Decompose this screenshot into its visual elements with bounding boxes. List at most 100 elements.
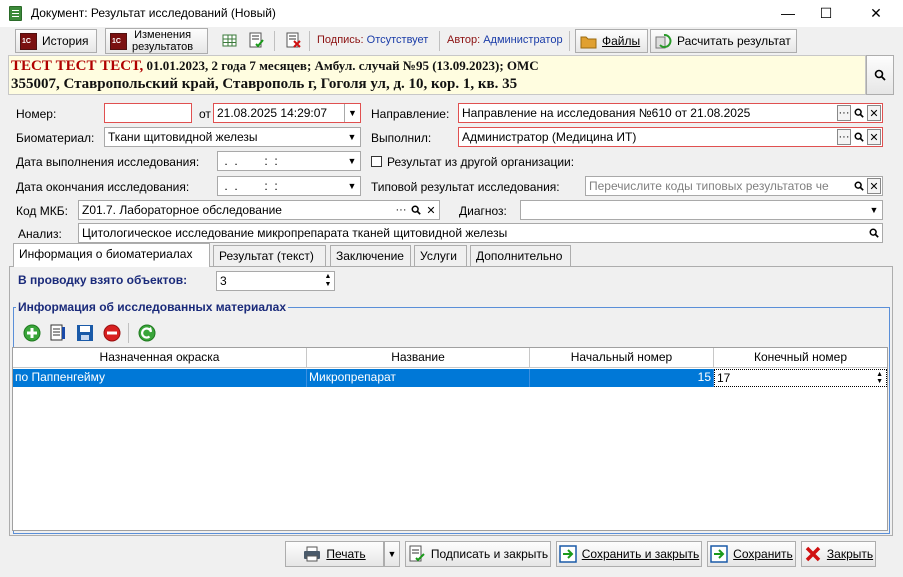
patient-address: 355007, Ставропольский край, Ставрополь … bbox=[11, 76, 518, 92]
chevron-down-icon[interactable]: ▼ bbox=[344, 152, 360, 170]
direction-label: Направление: bbox=[371, 107, 450, 121]
search-icon[interactable] bbox=[852, 178, 866, 194]
toolbar: История Изменения результатов Подпись: О… bbox=[0, 27, 903, 55]
history-button[interactable]: История bbox=[15, 29, 97, 53]
print-menu-button[interactable]: ▼ bbox=[384, 541, 400, 567]
performer-label: Выполнил: bbox=[371, 131, 432, 145]
materials-table: Назначенная окраска Название Начальный н… bbox=[12, 347, 888, 531]
clear-icon[interactable]: ✕ bbox=[867, 129, 881, 145]
objects-stepper[interactable]: 3 ▲ ▼ bbox=[216, 271, 335, 291]
add-icon[interactable] bbox=[22, 323, 42, 343]
end-number-stepper[interactable]: 17 ▲ ▼ bbox=[714, 369, 887, 387]
column-header[interactable]: Конечный номер bbox=[714, 348, 887, 368]
select-ellipsis-icon[interactable]: ··· bbox=[394, 202, 408, 218]
printer-icon bbox=[304, 546, 321, 562]
end-date-label: Дата окончания исследования: bbox=[16, 180, 190, 194]
number-input[interactable] bbox=[104, 103, 192, 123]
patient-header: ТЕСТ ТЕСТ ТЕСТ, 01.01.2023, 2 года 7 мес… bbox=[8, 55, 866, 95]
author-status: Автор: Администратор bbox=[447, 34, 563, 46]
chevron-down-icon[interactable]: ▼ bbox=[344, 177, 360, 195]
analysis-field[interactable]: Цитологическое исследование микропрепара… bbox=[78, 223, 883, 243]
stepper-arrows-icon[interactable]: ▲ ▼ bbox=[876, 371, 883, 385]
sign-doc-icon[interactable] bbox=[248, 32, 265, 49]
history-icon bbox=[20, 32, 37, 50]
sign-and-close-button[interactable]: Подписать и закрыть bbox=[405, 541, 551, 567]
clear-icon[interactable]: ✕ bbox=[424, 202, 438, 218]
chevron-down-icon[interactable]: ▼ bbox=[344, 104, 360, 122]
other-org-label: Результат из другой организации: bbox=[387, 155, 575, 169]
mkb-label: Код МКБ: bbox=[16, 204, 68, 218]
delete-icon[interactable] bbox=[102, 323, 122, 343]
separator bbox=[274, 31, 275, 51]
table-cell[interactable]: 15 bbox=[530, 369, 714, 387]
calculate-result-button[interactable]: Расчитать результат bbox=[650, 29, 797, 53]
diagnosis-label: Диагноз: bbox=[459, 204, 507, 218]
search-icon[interactable] bbox=[852, 129, 866, 145]
analysis-label: Анализ: bbox=[18, 227, 62, 241]
sign-doc-icon bbox=[409, 545, 425, 562]
patient-search-button[interactable] bbox=[866, 55, 894, 95]
files-button[interactable]: Файлы bbox=[575, 29, 648, 53]
separator bbox=[309, 31, 310, 51]
close-icon bbox=[805, 546, 821, 562]
clear-icon[interactable]: ✕ bbox=[867, 178, 881, 194]
typical-result-label: Типовой результат исследования: bbox=[371, 180, 560, 194]
search-icon bbox=[874, 69, 886, 81]
end-date-input[interactable]: . . : : ▼ bbox=[217, 176, 361, 196]
save-button[interactable]: Сохранить bbox=[707, 541, 796, 567]
exec-date-input[interactable]: . . : : ▼ bbox=[217, 151, 361, 171]
tab-biomaterials[interactable]: Информация о биоматериалах bbox=[13, 243, 210, 267]
changes-button[interactable]: Изменения результатов bbox=[105, 28, 208, 54]
select-ellipsis-icon[interactable]: ··· bbox=[837, 129, 851, 145]
unsign-doc-icon[interactable] bbox=[285, 32, 302, 49]
close-button[interactable]: Закрыть bbox=[801, 541, 876, 567]
save-icon bbox=[710, 545, 728, 563]
mkb-field[interactable]: Z01.7. Лабораторное обследование ··· ✕ bbox=[78, 200, 440, 220]
biomaterial-select[interactable]: Ткани щитовидной железы ▼ bbox=[104, 127, 361, 147]
separator bbox=[569, 31, 570, 51]
tab-services[interactable]: Услуги bbox=[414, 245, 467, 266]
column-header[interactable]: Назначенная окраска bbox=[13, 348, 307, 368]
save-and-close-button[interactable]: Сохранить и закрыть bbox=[556, 541, 702, 567]
stepper-arrows-icon[interactable]: ▲ ▼ bbox=[322, 273, 334, 289]
column-header[interactable]: Начальный номер bbox=[530, 348, 714, 368]
search-icon[interactable] bbox=[409, 202, 423, 218]
search-icon[interactable] bbox=[867, 225, 881, 241]
calculate-icon bbox=[655, 33, 672, 48]
objects-label: В проводку взято объектов: bbox=[18, 273, 188, 287]
folder-icon bbox=[580, 36, 597, 48]
signature-status: Подпись: Отсутствует bbox=[317, 34, 429, 46]
chevron-down-icon[interactable]: ▼ bbox=[344, 128, 360, 146]
separator bbox=[128, 323, 129, 343]
other-org-checkbox[interactable] bbox=[371, 156, 382, 167]
column-header[interactable]: Название bbox=[307, 348, 530, 368]
from-label: от bbox=[199, 107, 211, 121]
table-cell[interactable]: Микропрепарат bbox=[307, 369, 530, 387]
refresh-icon[interactable] bbox=[137, 323, 157, 343]
diagnosis-select[interactable]: ▼ bbox=[520, 200, 883, 220]
edit-list-icon[interactable] bbox=[48, 323, 68, 343]
select-ellipsis-icon[interactable]: ··· bbox=[837, 105, 851, 121]
tab-conclusion[interactable]: Заключение bbox=[330, 245, 411, 266]
clear-icon[interactable]: ✕ bbox=[867, 105, 881, 121]
maximize-button[interactable]: ☐ bbox=[803, 0, 849, 27]
separator bbox=[439, 31, 440, 51]
window-title: Документ: Результат исследований (Новый) bbox=[31, 6, 276, 20]
table-cell[interactable]: по Паппенгейму bbox=[13, 369, 307, 387]
chevron-down-icon[interactable]: ▼ bbox=[866, 201, 882, 219]
typical-result-input[interactable]: Перечислите коды типовых результатов че … bbox=[585, 176, 883, 196]
direction-field[interactable]: Направление на исследования №610 от 21.0… bbox=[458, 103, 883, 123]
biomaterial-label: Биоматериал: bbox=[16, 131, 95, 145]
tab-result-text[interactable]: Результат (текст) bbox=[213, 245, 326, 266]
date-input[interactable]: 21.08.2025 14:29:07 ▼ bbox=[213, 103, 361, 123]
performer-field[interactable]: Администратор (Медицина ИТ) ··· ✕ bbox=[458, 127, 883, 147]
print-button[interactable]: Печать bbox=[285, 541, 384, 567]
tab-additional[interactable]: Дополнительно bbox=[470, 245, 571, 266]
save-row-icon[interactable] bbox=[75, 323, 95, 343]
patient-info: 01.01.2023, 2 года 7 месяцев; Амбул. слу… bbox=[143, 58, 539, 73]
table-icon[interactable] bbox=[221, 32, 238, 49]
search-icon[interactable] bbox=[852, 105, 866, 121]
save-close-icon bbox=[559, 545, 577, 563]
number-label: Номер: bbox=[16, 107, 57, 121]
close-window-button[interactable]: ✕ bbox=[853, 0, 899, 27]
